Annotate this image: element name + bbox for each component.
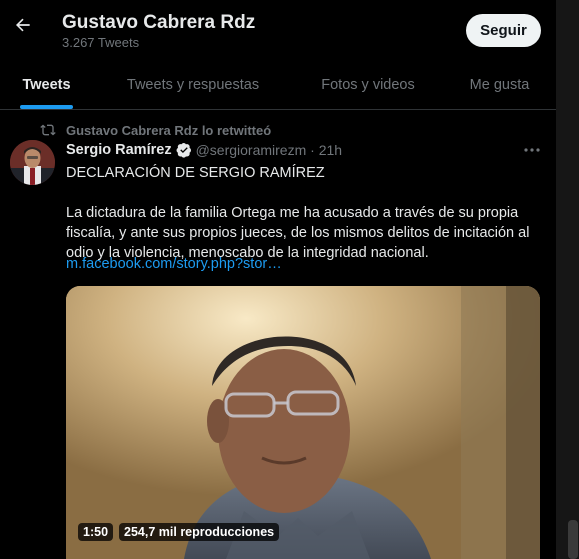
profile-name: Gustavo Cabrera Rdz	[62, 12, 256, 33]
active-tab-indicator	[20, 105, 73, 109]
follow-button[interactable]: Seguir	[466, 14, 541, 47]
avatar[interactable]	[10, 140, 55, 185]
avatar-image	[10, 140, 55, 185]
profile-header: Gustavo Cabrera Rdz 3.267 Tweets Seguir	[0, 0, 556, 56]
tweet-text: DECLARACIÓN DE SERGIO RAMÍREZ La dictadu…	[66, 165, 530, 261]
tweet-author[interactable]: Sergio Ramírez @sergioramirezm · 21h	[66, 140, 342, 160]
video-meta: 1:50 254,7 mil reproducciones	[78, 521, 280, 543]
video-player[interactable]	[66, 286, 540, 559]
video-frame	[66, 286, 540, 559]
tab-tweets[interactable]: Tweets	[0, 60, 93, 110]
retweet-icon	[40, 124, 56, 136]
scrollbar-track[interactable]	[556, 0, 579, 559]
video-duration: 1:50	[78, 523, 114, 541]
scrollbar-thumb[interactable]	[568, 520, 578, 559]
more-options-button[interactable]	[520, 140, 544, 160]
profile-tabs: Tweets Tweets y respuestas Fotos y video…	[0, 60, 556, 110]
back-arrow-icon	[16, 18, 30, 32]
author-handle[interactable]: @sergioramirezm · 21h	[196, 142, 342, 158]
retweet-context: Gustavo Cabrera Rdz lo retwitteó	[40, 121, 271, 139]
tweet-count: 3.267 Tweets	[62, 35, 140, 50]
tab-label: Fotos y videos	[321, 77, 415, 93]
tab-media[interactable]: Fotos y videos	[293, 60, 443, 110]
tab-label: Tweets y respuestas	[126, 77, 260, 93]
video-views: 254,7 mil reproducciones	[119, 523, 280, 541]
tab-label: Me gusta	[469, 77, 530, 93]
back-button[interactable]	[8, 10, 38, 40]
author-name[interactable]: Sergio Ramírez	[66, 142, 172, 158]
verified-badge-icon	[176, 143, 191, 158]
tab-label: Tweets	[22, 77, 71, 93]
tab-likes[interactable]: Me gusta	[443, 60, 556, 110]
more-options-icon	[524, 148, 540, 152]
tab-tweets-replies[interactable]: Tweets y respuestas	[93, 60, 293, 110]
tweet-link[interactable]: m.facebook.com/story.php?stor…	[66, 256, 282, 272]
retweet-label: Gustavo Cabrera Rdz lo retwitteó	[66, 122, 272, 138]
